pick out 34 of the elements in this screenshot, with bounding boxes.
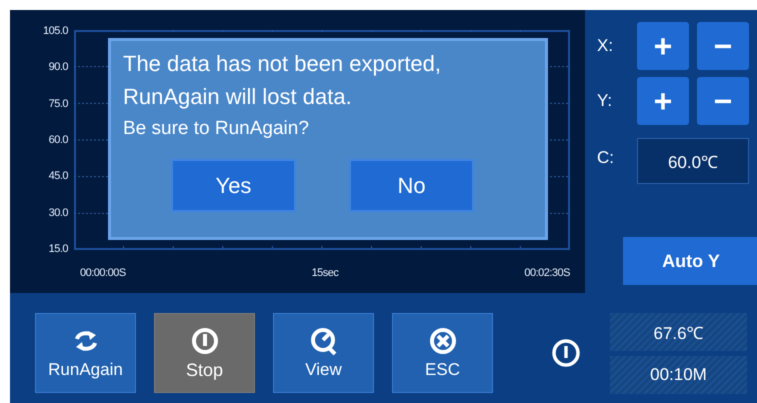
dialog-button[interactable]: Yes bbox=[171, 159, 296, 212]
toolbar-button[interactable]: ESC bbox=[392, 313, 493, 393]
dialog-message: Be sure to RunAgain? bbox=[123, 117, 310, 141]
zoom-button[interactable]: + bbox=[637, 22, 689, 70]
y-axis-label: 45.0 bbox=[48, 169, 68, 184]
c-label: C: bbox=[597, 148, 615, 168]
axis-label: Y: bbox=[597, 91, 614, 111]
x-axis-label: 15sec bbox=[312, 266, 338, 280]
toolbar-button[interactable]: Stop bbox=[154, 313, 255, 393]
y-axis-label: 90.0 bbox=[48, 60, 68, 74]
dialog-message: The data has not been exported, bbox=[123, 50, 442, 78]
power-icon bbox=[190, 326, 220, 356]
dialog-message: RunAgain will lost data. bbox=[123, 83, 353, 111]
y-axis-label: 60.0 bbox=[48, 132, 68, 147]
axis-label: X: bbox=[597, 36, 614, 56]
toolbar-button[interactable]: View bbox=[273, 313, 374, 393]
dialog-button[interactable]: No bbox=[349, 159, 474, 212]
zoom-button[interactable]: − bbox=[697, 22, 749, 70]
y-axis-label: 75.0 bbox=[48, 96, 68, 111]
status-readout: 67.6℃ bbox=[610, 313, 747, 351]
y-axis-label: 30.0 bbox=[48, 206, 68, 220]
y-axis-label: 105.0 bbox=[42, 24, 68, 38]
zoom-button[interactable]: − bbox=[697, 77, 749, 125]
toolbar-button[interactable]: RunAgain bbox=[35, 313, 136, 393]
gauge-icon bbox=[308, 326, 338, 356]
auto-y-button[interactable]: Auto Y bbox=[623, 237, 757, 285]
y-axis-label: 15.0 bbox=[48, 242, 68, 256]
x-axis-label: 00:00:00S bbox=[80, 266, 126, 280]
status-readout: 00:10M bbox=[610, 356, 747, 394]
zoom-button[interactable]: + bbox=[637, 77, 689, 125]
power-icon[interactable] bbox=[551, 338, 581, 368]
cancel-icon bbox=[428, 326, 458, 356]
temperature-field[interactable]: 60.0℃ bbox=[637, 138, 749, 184]
x-axis-label: 00:02:30S bbox=[524, 266, 570, 280]
